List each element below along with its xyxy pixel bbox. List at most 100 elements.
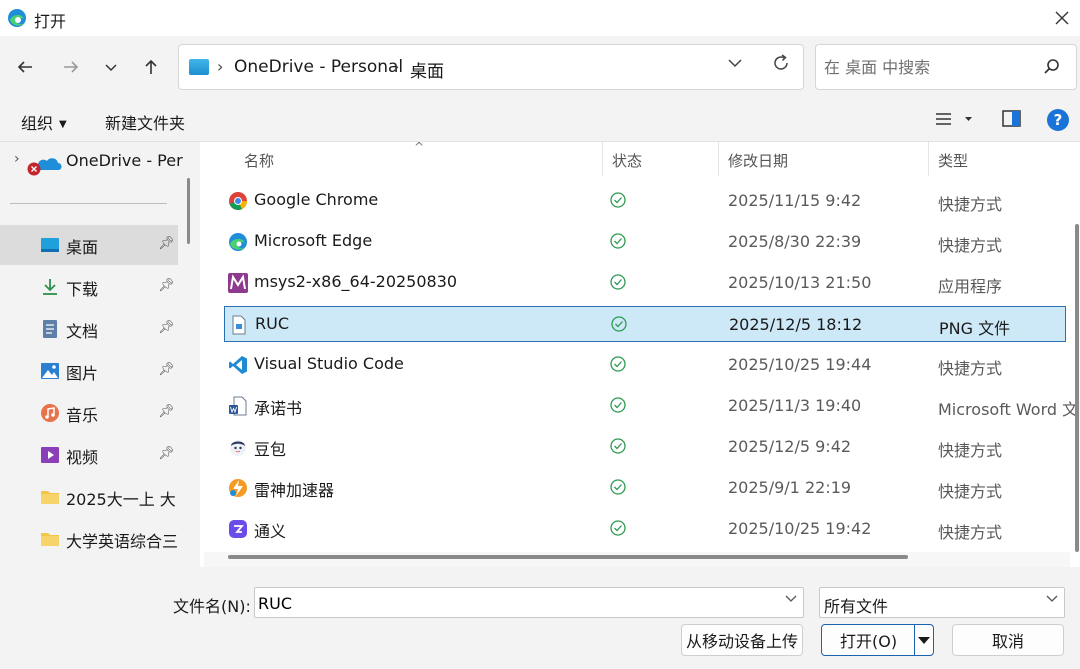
file-date: 2025/11/15 9:42 — [728, 191, 862, 210]
sidebar-item-label: 文档 — [66, 322, 99, 341]
png-file-icon — [232, 315, 246, 335]
file-date: 2025/11/3 19:40 — [728, 396, 862, 415]
sidebar-item-label: 下载 — [66, 280, 99, 299]
filename-combobox[interactable] — [254, 587, 804, 618]
file-type: Microsoft Word 文 — [938, 400, 1079, 419]
music-icon — [41, 404, 59, 422]
caret-down-icon: ▼ — [59, 119, 67, 130]
sidebar-item-music[interactable]: 音乐 📌︎ — [0, 393, 178, 433]
column-divider[interactable] — [602, 142, 603, 176]
sidebar-item-desktop[interactable]: 桌面 📌︎ — [0, 225, 178, 265]
file-row[interactable]: 承诺书 2025/11/3 19:40 Microsoft Word 文 — [224, 388, 1078, 424]
refresh-button[interactable] — [771, 53, 791, 79]
pin-icon: 📌︎ — [158, 404, 175, 419]
file-type-filter[interactable]: 所有文件 — [819, 587, 1065, 618]
file-row[interactable]: 通义 2025/10/25 19:42 快捷方式 — [224, 511, 1066, 547]
preview-pane-button[interactable] — [1001, 108, 1023, 134]
file-row-selected[interactable]: RUC 2025/12/5 18:12 PNG 文件 — [224, 306, 1066, 342]
help-button[interactable]: ? — [1047, 109, 1069, 131]
sync-ok-icon — [610, 479, 626, 495]
file-name: Visual Studio Code — [254, 354, 404, 373]
filename-input[interactable] — [258, 592, 758, 614]
file-name: 豆包 — [254, 440, 287, 459]
sidebar-item-label: 大学英语综合三 — [66, 532, 179, 551]
file-row[interactable]: 豆包 2025/12/5 9:42 快捷方式 — [224, 429, 1066, 465]
open-options-button[interactable] — [917, 633, 931, 647]
download-icon — [43, 279, 57, 295]
arrow-up-icon — [145, 59, 157, 74]
video-icon — [41, 447, 59, 463]
edge-app-icon — [8, 9, 26, 27]
sidebar-item-documents[interactable]: 文档 📌︎ — [0, 309, 178, 349]
file-row[interactable]: Microsoft Edge 2025/8/30 22:39 快捷方式 — [224, 224, 1066, 260]
file-date: 2025/8/30 22:39 — [728, 232, 862, 251]
sidebar-item-folder[interactable]: 大学英语综合三 — [0, 519, 200, 559]
help-icon: ? — [1053, 111, 1063, 129]
file-row[interactable]: Visual Studio Code 2025/10/25 19:44 快捷方式 — [224, 347, 1066, 383]
address-dropdown-button[interactable] — [727, 55, 743, 76]
file-row[interactable]: Google Chrome 2025/11/15 9:42 快捷方式 — [224, 183, 1066, 219]
search-input[interactable] — [824, 55, 1034, 79]
column-header-modified[interactable]: 修改日期 — [728, 150, 788, 171]
caret-down-icon — [918, 637, 930, 644]
filter-dropdown-button[interactable] — [1046, 592, 1058, 608]
search-box[interactable] — [815, 44, 1077, 90]
file-date: 2025/10/25 19:44 — [728, 355, 872, 374]
organize-button[interactable]: 组织 ▼ — [21, 110, 67, 134]
cancel-button[interactable]: 取消 — [952, 624, 1064, 656]
upload-from-mobile-button[interactable]: 从移动设备上传 — [681, 624, 803, 656]
column-divider[interactable] — [928, 142, 929, 176]
pin-icon: 📌︎ — [158, 446, 175, 461]
file-name: Google Chrome — [254, 190, 379, 209]
sidebar-item-folder[interactable]: 2025大一上 大 — [0, 477, 200, 517]
sidebar-item-label: 音乐 — [66, 406, 99, 425]
sidebar-item-label: OneDrive - Per — [66, 151, 183, 170]
forward-button[interactable] — [56, 52, 86, 82]
file-type: 快捷方式 — [938, 441, 1003, 460]
onedrive-folder-icon — [189, 59, 209, 75]
sidebar-scrollbar[interactable] — [187, 178, 190, 244]
filename-label: 文件名(N): — [173, 597, 251, 616]
filename-dropdown-button[interactable] — [785, 592, 797, 608]
sync-ok-icon — [610, 397, 626, 413]
dialog-footer: 文件名(N): 所有文件 从移动设备上传 打开(O) 取消 — [0, 567, 1080, 669]
onedrive-cloud-icon — [27, 158, 62, 176]
sync-ok-icon — [611, 316, 627, 332]
up-button[interactable] — [136, 52, 166, 82]
file-row[interactable]: 雷神加速器 2025/9/1 22:19 快捷方式 — [224, 470, 1066, 506]
address-bar[interactable]: › OneDrive - Personal › 桌面 — [178, 44, 804, 90]
sidebar-item-onedrive[interactable]: › OneDrive - Per — [0, 142, 183, 182]
folder-icon — [41, 533, 59, 546]
sync-ok-icon — [610, 274, 626, 290]
window-title: 打开 — [34, 12, 67, 31]
column-divider[interactable] — [718, 142, 719, 176]
pin-icon: 📌︎ — [158, 320, 175, 335]
close-icon — [1055, 11, 1069, 25]
sidebar-item-label: 图片 — [66, 364, 99, 383]
horizontal-scrollbar[interactable] — [228, 555, 908, 559]
recent-locations-button[interactable] — [96, 52, 126, 82]
close-button[interactable] — [1044, 0, 1080, 36]
back-button[interactable] — [10, 52, 40, 82]
vertical-scrollbar[interactable] — [1075, 224, 1079, 552]
file-row[interactable]: msys2-x86_64-20250830 2025/10/13 21:50 应… — [224, 265, 1066, 301]
sidebar-item-pictures[interactable]: 图片 📌︎ — [0, 351, 178, 391]
leishen-icon — [229, 479, 247, 497]
breadcrumb-desktop[interactable]: 桌面 — [410, 57, 444, 82]
column-header-name[interactable]: 名称 — [244, 150, 274, 171]
sidebar-item-label: 2025大一上 大 — [66, 490, 176, 509]
column-header-type[interactable]: 类型 — [938, 150, 968, 171]
sort-ascending-icon: ^ — [414, 142, 425, 154]
sidebar-item-downloads[interactable]: 下载 📌︎ — [0, 267, 178, 307]
file-date: 2025/10/25 19:42 — [728, 519, 872, 538]
column-header-status[interactable]: 状态 — [612, 150, 642, 171]
file-name: Microsoft Edge — [254, 231, 373, 250]
breadcrumb-onedrive[interactable]: OneDrive - Personal — [234, 57, 403, 77]
document-icon — [43, 320, 57, 338]
new-folder-button[interactable]: 新建文件夹 — [105, 110, 185, 134]
sidebar-item-videos[interactable]: 视频 📌︎ — [0, 435, 178, 475]
pictures-icon — [41, 363, 59, 379]
pin-icon: 📌︎ — [158, 236, 175, 251]
file-type: 快捷方式 — [938, 195, 1003, 214]
view-options-button[interactable] — [934, 108, 978, 134]
